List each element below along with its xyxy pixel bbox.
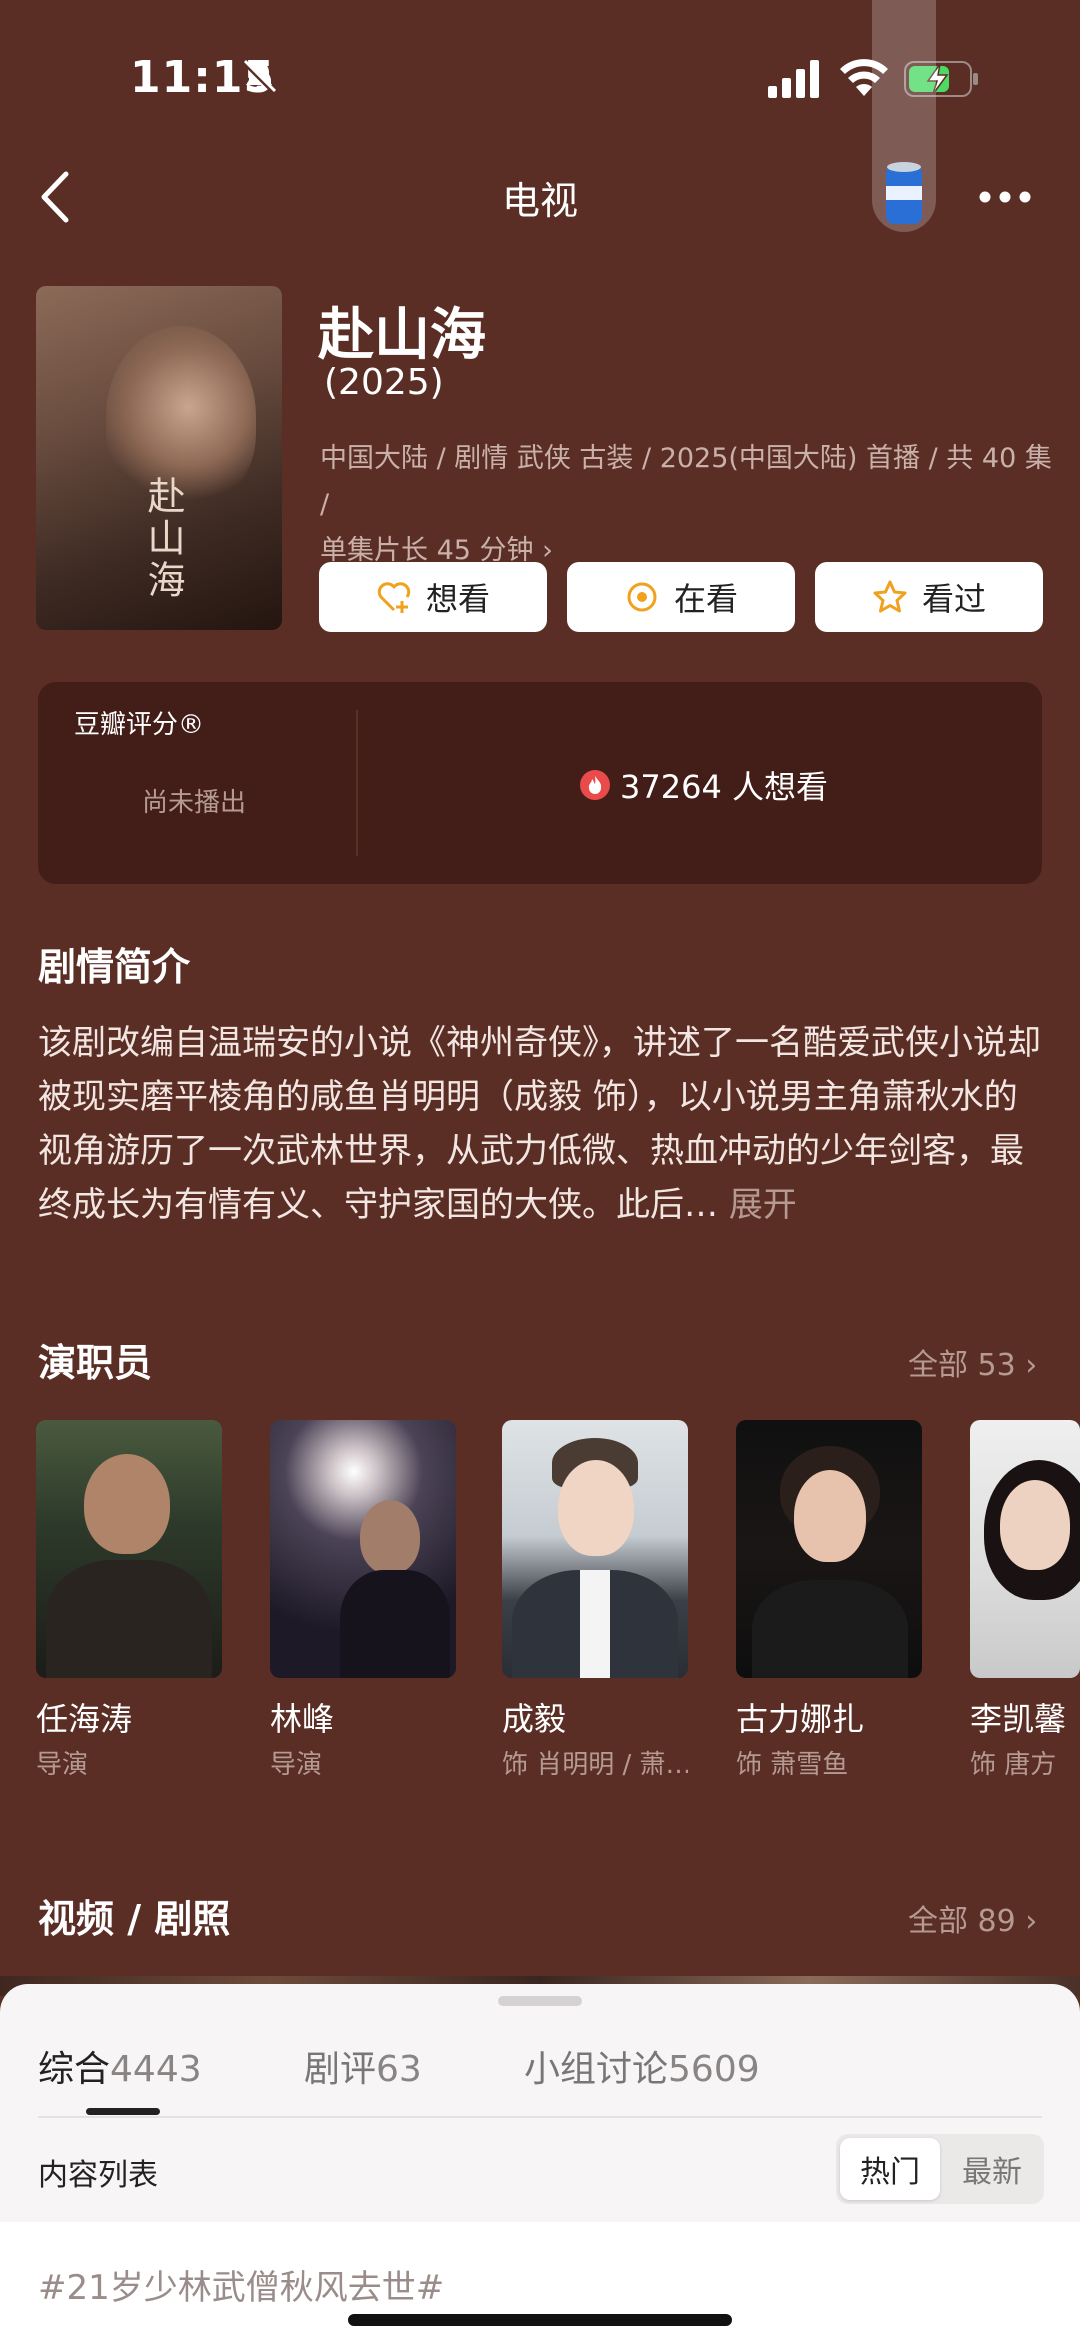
hashtag-topic[interactable]: #21岁少林武僧秋风去世# [38,2260,444,2309]
show-meta[interactable]: 中国大陆 / 剧情 武侠 古装 / 2025(中国大陆) 首播 / 共 40 集… [320,436,1060,574]
videos-all-link[interactable]: 全部 89 › [908,1896,1037,1940]
want-label: 想看 [425,580,490,618]
star-icon [873,580,907,613]
cast-role-5: 饰 唐方 [970,1750,1057,1780]
synopsis-title: 剧情简介 [38,945,191,989]
cast-photo-4[interactable] [736,1420,922,1678]
tab-reviews-count: 63 [376,2049,422,2090]
sheet-divider [38,2116,1042,2118]
cast-name-5[interactable]: 李凯馨 [970,1694,1066,1740]
target-icon [627,582,657,612]
cast-name-4[interactable]: 古力娜扎 [736,1694,864,1740]
want-to-watch-button[interactable]: 想看 [319,562,547,632]
content-list-label: 内容列表 [38,2158,158,2193]
tab-reviews-label: 剧评 [304,2049,377,2090]
meta-line-1: 中国大陆 / 剧情 武侠 古装 / 2025(中国大陆) 首播 / 共 40 集… [320,443,1052,520]
cast-role-4: 饰 萧雪鱼 [736,1750,849,1780]
tab-group-discussion[interactable]: 小组讨论5609 [524,2040,760,2092]
cast-role-1: 导演 [36,1750,89,1780]
want-count: 37264 人想看 [580,762,828,808]
cast-title: 演职员 [38,1341,153,1385]
watched-label: 看过 [921,580,986,618]
poster-image[interactable]: 赴山海 [36,286,282,630]
watched-button[interactable]: 看过 [815,562,1043,632]
sheet-drag-handle[interactable] [498,1996,582,2006]
tab-overview[interactable]: 综合4443 [38,2040,202,2092]
synopsis-body: 该剧改编自温瑞安的小说《神州奇侠》，讲述了一名酷爱武侠小说却被现实磨平棱角的咸鱼… [38,1023,1041,1225]
rating-status: 尚未播出 [142,788,247,818]
cast-name-1[interactable]: 任海涛 [36,1694,132,1740]
page-title: 电视 [501,179,578,223]
chevron-right-icon: › [1025,1348,1038,1383]
home-indicator[interactable] [348,2314,732,2326]
show-title: 赴山海 [318,303,486,368]
cast-name-2[interactable]: 林峰 [270,1694,334,1740]
bell-off-icon [242,59,277,94]
watching-label: 在看 [673,580,738,618]
more-options-icon[interactable] [978,184,1032,210]
chevron-right-icon: › [542,535,553,566]
heart-plus-icon [377,582,411,613]
synopsis-text[interactable]: 该剧改编自温瑞安的小说《神州奇侠》，讲述了一名酷爱武侠小说却被现实磨平棱角的咸鱼… [38,1016,1048,1232]
tab-reviews[interactable]: 剧评63 [304,2040,422,2092]
cast-all-text: 全部 53 [908,1348,1016,1383]
fire-icon [580,770,610,800]
chevron-right-icon: › [1025,1904,1038,1939]
poster-calligraphy: 赴山海 [141,476,185,602]
cast-role-2: 导演 [270,1750,323,1780]
cast-photo-5[interactable] [970,1420,1080,1678]
watching-button[interactable]: 在看 [567,562,795,632]
show-year: (2025) [324,362,444,403]
tab-overview-count: 4443 [110,2049,202,2090]
active-tab-indicator [86,2108,160,2115]
cast-role-3: 饰 肖明明 / 萧… [502,1750,688,1780]
cast-photo-3[interactable] [502,1420,688,1678]
want-count-text: 37264 人想看 [620,768,828,806]
expand-link[interactable]: 展开 [729,1185,797,1225]
cast-all-link[interactable]: 全部 53 › [908,1340,1037,1384]
videos-title: 视频 / 剧照 [38,1897,231,1941]
cast-name-3[interactable]: 成毅 [502,1694,566,1740]
tab-group-label: 小组讨论 [524,2049,669,2090]
cellular-signal-icon [768,60,819,98]
cast-photo-1[interactable] [36,1420,222,1678]
rating-divider [356,710,358,856]
videos-all-text: 全部 89 [908,1904,1016,1939]
tab-overview-label: 综合 [38,2049,111,2090]
cast-photo-2[interactable] [270,1420,456,1678]
douban-rating-label: 豆瓣评分® [74,710,205,740]
sort-hot-button[interactable]: 热门 [840,2138,940,2200]
sort-latest-button[interactable]: 最新 [944,2138,1040,2200]
tab-group-count: 5609 [668,2049,760,2090]
